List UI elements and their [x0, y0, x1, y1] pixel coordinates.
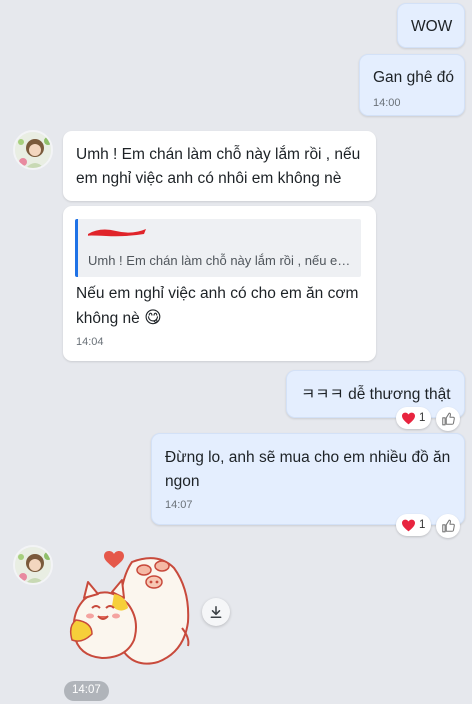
message-text: Umh ! Em chán làm chỗ này lắm rồi , nếu … — [76, 146, 361, 187]
like-button[interactable] — [436, 407, 460, 431]
redacted-name-mark — [87, 229, 146, 237]
message-time: 14:00 — [373, 97, 401, 109]
message-bubble-incoming[interactable]: Umh ! Em chán làm chỗ này lắm rồi , nếu … — [63, 206, 376, 361]
thumbs-up-icon — [442, 519, 455, 533]
message-bubble-incoming[interactable]: Umh ! Em chán làm chỗ này lắm rồi , nếu … — [63, 131, 376, 201]
message-time: 14:07 — [165, 499, 193, 511]
message-bubble-outgoing[interactable]: WOW — [397, 3, 465, 48]
sticker-time-badge: 14:07 — [64, 681, 109, 701]
yum-face-emoji: 😋 — [144, 308, 162, 327]
heart-icon — [402, 412, 415, 424]
sticker-image[interactable] — [62, 548, 196, 670]
heart-icon — [402, 519, 415, 531]
download-icon — [210, 605, 222, 619]
quoted-message[interactable]: Umh ! Em chán làm chỗ này lắm rồi , nếu … — [75, 219, 361, 277]
message-text: Nếu em nghỉ việc anh có cho em ăn cơm kh… — [76, 282, 366, 331]
download-button[interactable] — [202, 598, 230, 626]
message-text: WOW — [411, 18, 453, 35]
message-bubble-outgoing[interactable]: Gan ghê đó 14:00 — [359, 54, 465, 116]
like-button[interactable] — [436, 514, 460, 538]
reaction-badge[interactable]: 1 — [396, 514, 432, 536]
reaction-count: 1 — [419, 412, 426, 424]
quoted-message-text: Umh ! Em chán làm chỗ này lắm rồi , nếu … — [88, 253, 356, 268]
message-text-content: Nếu em nghỉ việc anh có cho em ăn cơm kh… — [76, 285, 359, 327]
message-text: Gan ghê đó — [373, 69, 455, 86]
reaction-badge[interactable]: 1 — [396, 407, 432, 429]
message-bubble-outgoing[interactable]: Đừng lo, anh sẽ mua cho em nhiều đồ ăn n… — [151, 433, 465, 525]
thumbs-up-icon — [442, 412, 455, 426]
message-time: 14:04 — [76, 336, 104, 348]
contact-avatar[interactable] — [13, 130, 53, 170]
reaction-count: 1 — [419, 519, 426, 531]
contact-avatar[interactable] — [13, 545, 53, 585]
message-text: ㅋㅋㅋ dễ thương thật — [301, 386, 451, 403]
message-text: Đừng lo, anh sẽ mua cho em nhiều đồ ăn n… — [165, 449, 451, 490]
